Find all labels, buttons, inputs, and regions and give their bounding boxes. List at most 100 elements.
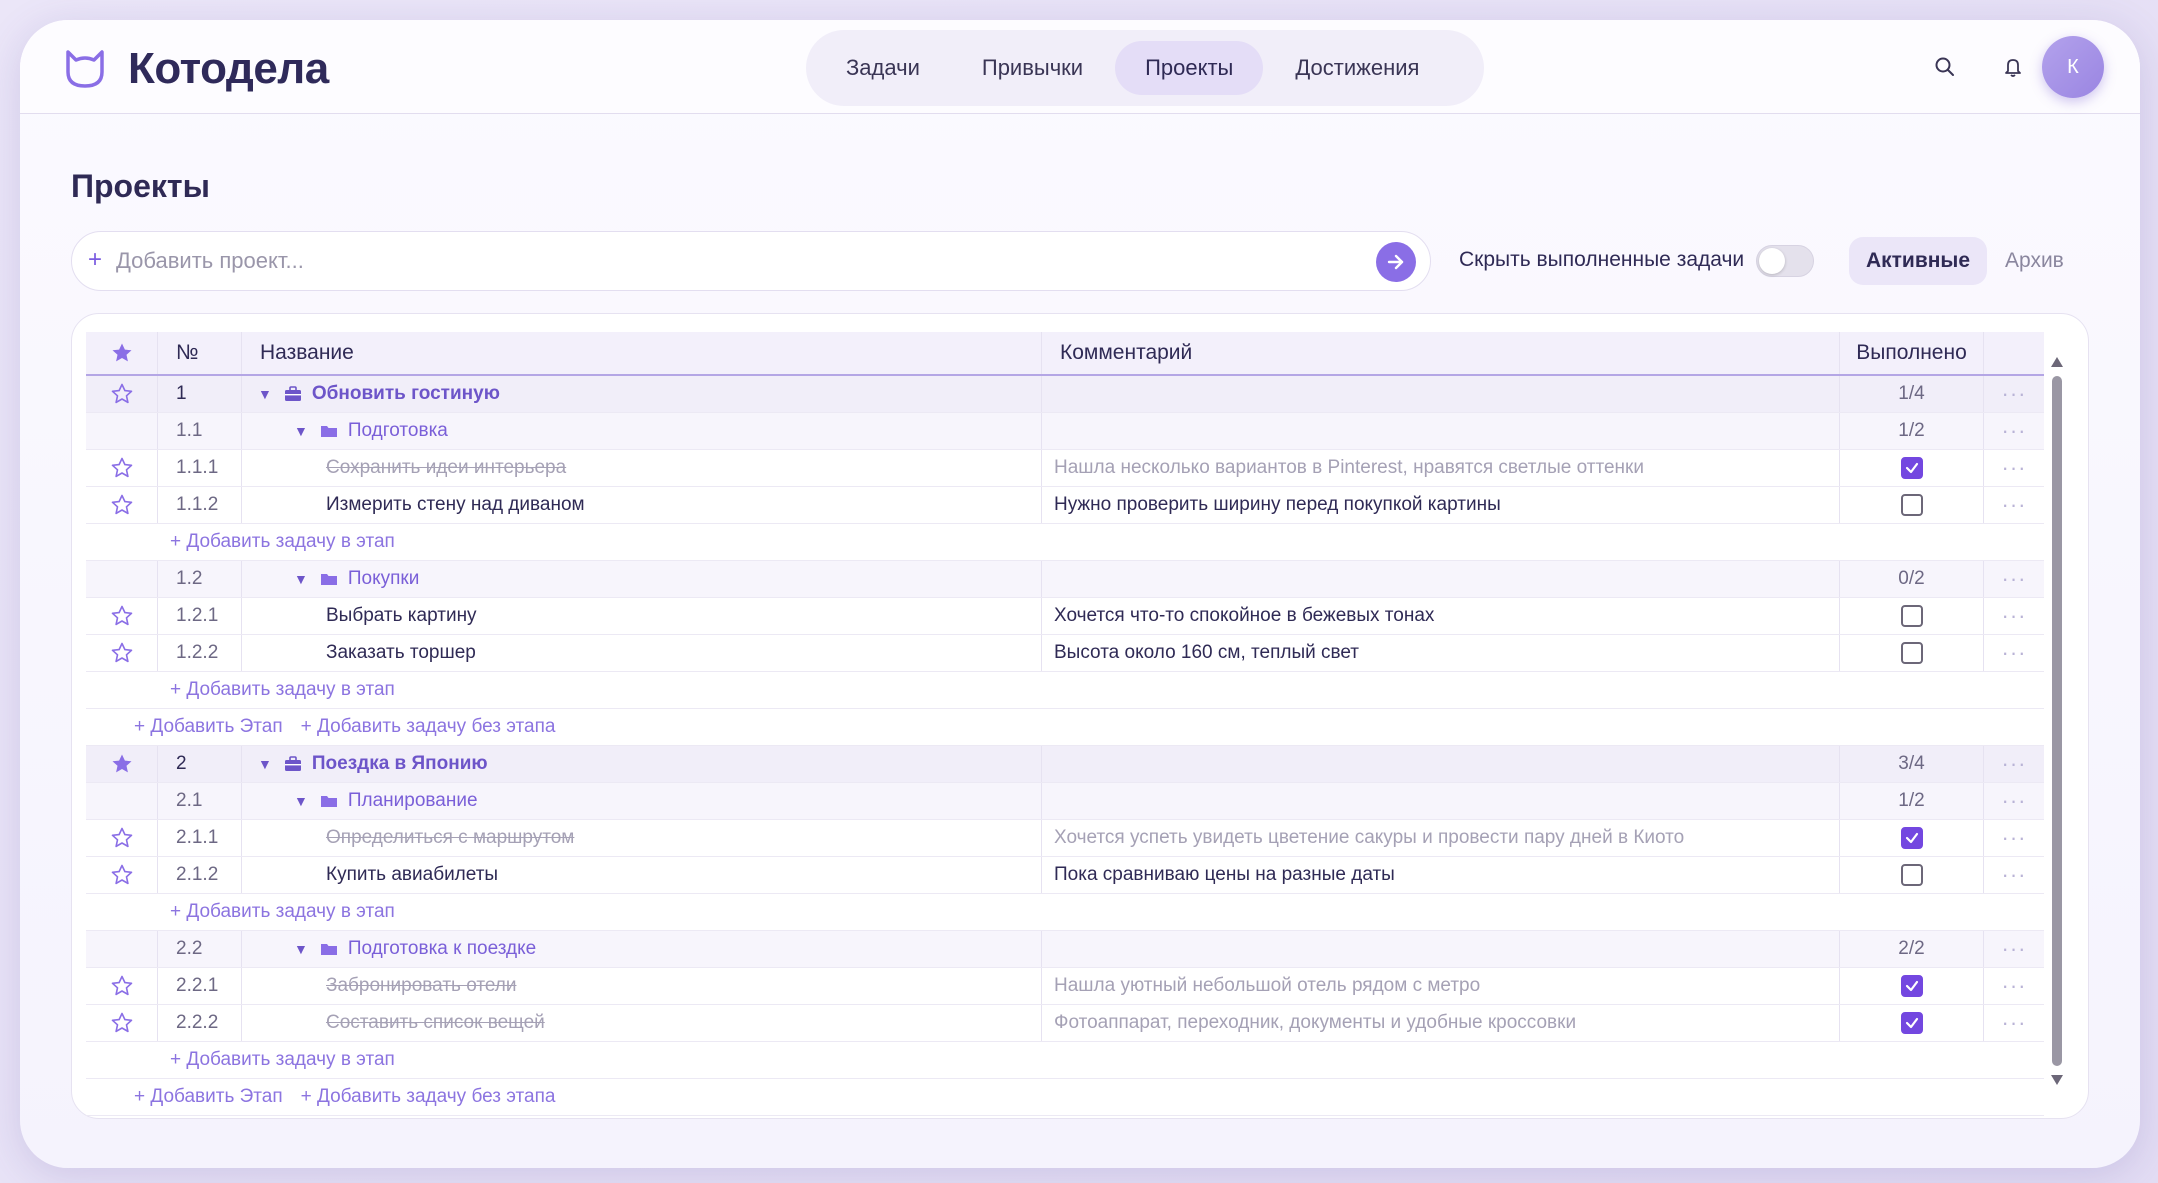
- task-done-checkbox[interactable]: [1900, 975, 1923, 997]
- collapse-caret-icon[interactable]: ▼: [258, 756, 272, 772]
- row-menu-button[interactable]: ···: [1984, 857, 2044, 893]
- project-row[interactable]: 1 ▼ Обновить гостиную 1/4 ···: [86, 376, 2044, 413]
- search-icon[interactable]: [1932, 54, 1958, 80]
- task-row[interactable]: 1.2.1 Выбрать картину Хочется что-то спо…: [86, 598, 2044, 635]
- row-menu-button[interactable]: ···: [1984, 1005, 2044, 1041]
- row-menu-button[interactable]: ···: [1984, 376, 2044, 412]
- task-comment[interactable]: Нашла несколько вариантов в Pinterest, н…: [1042, 450, 1840, 486]
- stage-row[interactable]: 1.2 ▼ Покупки 0/2 ···: [86, 561, 2044, 598]
- add-task-no-stage-link[interactable]: + Добавить задачу без этапа: [301, 1086, 556, 1108]
- header-star-cell[interactable]: [86, 332, 158, 374]
- task-name[interactable]: Измерить стену над диваном: [242, 487, 1042, 523]
- collapse-caret-icon[interactable]: ▼: [294, 571, 308, 587]
- filter-active-button[interactable]: Активные: [1849, 237, 1987, 285]
- header-name[interactable]: Название: [242, 332, 1042, 374]
- nav-tab-tasks[interactable]: Задачи: [816, 41, 950, 95]
- task-row[interactable]: 1.2.2 Заказать торшер Высота около 160 с…: [86, 635, 2044, 672]
- header-done[interactable]: Выполнено: [1840, 332, 1984, 374]
- nav-tab-projects[interactable]: Проекты: [1115, 41, 1264, 95]
- row-menu-button[interactable]: ···: [1984, 450, 2044, 486]
- row-menu-button[interactable]: ···: [1984, 746, 2044, 782]
- stage-comment[interactable]: [1042, 561, 1840, 597]
- task-name[interactable]: Определиться с маршрутом: [242, 820, 1042, 856]
- task-done-checkbox[interactable]: [1900, 864, 1923, 886]
- scroll-down-icon[interactable]: [2050, 1074, 2064, 1086]
- add-task-no-stage-link[interactable]: + Добавить задачу без этапа: [301, 716, 556, 738]
- logo[interactable]: Котодела: [62, 44, 329, 94]
- stage-row[interactable]: 2.1 ▼ Планирование 1/2 ···: [86, 783, 2044, 820]
- task-done-checkbox[interactable]: [1900, 494, 1923, 516]
- add-task-to-stage-link[interactable]: + Добавить задачу в этап: [170, 679, 395, 701]
- star-toggle[interactable]: [86, 820, 158, 856]
- row-menu-button[interactable]: ···: [1984, 968, 2044, 1004]
- task-name[interactable]: Выбрать картину: [242, 598, 1042, 634]
- header-comment[interactable]: Комментарий: [1042, 332, 1840, 374]
- task-comment[interactable]: Нужно проверить ширину перед покупкой ка…: [1042, 487, 1840, 523]
- stage-comment[interactable]: [1042, 931, 1840, 967]
- star-toggle[interactable]: [86, 635, 158, 671]
- project-comment[interactable]: [1042, 376, 1840, 412]
- header-num[interactable]: №: [158, 332, 242, 374]
- task-comment[interactable]: Нашла уютный небольшой отель рядом с мет…: [1042, 968, 1840, 1004]
- collapse-caret-icon[interactable]: ▼: [294, 941, 308, 957]
- task-done-checkbox[interactable]: [1900, 642, 1923, 664]
- add-task-to-stage-link[interactable]: + Добавить задачу в этап: [170, 1049, 395, 1071]
- bell-icon[interactable]: [2000, 54, 2026, 80]
- task-row[interactable]: 2.2.2 Составить список вещей Фотоаппарат…: [86, 1005, 2044, 1042]
- stage-name-cell[interactable]: ▼ Покупки: [242, 561, 1042, 597]
- user-avatar[interactable]: К: [2042, 36, 2104, 98]
- row-menu-button[interactable]: ···: [1984, 931, 2044, 967]
- scroll-up-icon[interactable]: [2050, 356, 2064, 368]
- task-comment[interactable]: Фотоаппарат, переходник, документы и удо…: [1042, 1005, 1840, 1041]
- nav-tab-achievements[interactable]: Достижения: [1265, 41, 1449, 95]
- add-stage-link[interactable]: + Добавить Этап: [134, 716, 283, 738]
- stage-comment[interactable]: [1042, 783, 1840, 819]
- task-row[interactable]: 2.1.2 Купить авиабилеты Пока сравниваю ц…: [86, 857, 2044, 894]
- star-toggle[interactable]: [86, 598, 158, 634]
- project-row[interactable]: 2 ▼ Поездка в Японию 3/4 ···: [86, 746, 2044, 783]
- star-toggle[interactable]: [86, 968, 158, 1004]
- task-name[interactable]: Составить список вещей: [242, 1005, 1042, 1041]
- task-row[interactable]: 1.1.2 Измерить стену над диваном Нужно п…: [86, 487, 2044, 524]
- collapse-caret-icon[interactable]: ▼: [294, 423, 308, 439]
- task-comment[interactable]: Пока сравниваю цены на разные даты: [1042, 857, 1840, 893]
- stage-row[interactable]: 1.1 ▼ Подготовка 1/2 ···: [86, 413, 2044, 450]
- add-stage-link[interactable]: + Добавить Этап: [134, 1086, 283, 1108]
- task-comment[interactable]: Хочется успеть увидеть цветение сакуры и…: [1042, 820, 1840, 856]
- task-name[interactable]: Забронировать отели: [242, 968, 1042, 1004]
- star-toggle[interactable]: [86, 746, 158, 782]
- stage-name-cell[interactable]: ▼ Подготовка к поездке: [242, 931, 1042, 967]
- row-menu-button[interactable]: ···: [1984, 561, 2044, 597]
- task-name[interactable]: Сохранить идеи интерьера: [242, 450, 1042, 486]
- row-menu-button[interactable]: ···: [1984, 487, 2044, 523]
- filter-archive-button[interactable]: Архив: [2005, 237, 2064, 285]
- stage-name-cell[interactable]: ▼ Подготовка: [242, 413, 1042, 449]
- row-menu-button[interactable]: ···: [1984, 820, 2044, 856]
- task-name[interactable]: Купить авиабилеты: [242, 857, 1042, 893]
- task-done-checkbox[interactable]: [1900, 605, 1923, 627]
- project-name-cell[interactable]: ▼ Обновить гостиную: [242, 376, 1042, 412]
- star-toggle[interactable]: [86, 376, 158, 412]
- row-menu-button[interactable]: ···: [1984, 413, 2044, 449]
- star-toggle[interactable]: [86, 487, 158, 523]
- add-task-to-stage-link[interactable]: + Добавить задачу в этап: [170, 531, 395, 553]
- project-comment[interactable]: [1042, 746, 1840, 782]
- collapse-caret-icon[interactable]: ▼: [294, 793, 308, 809]
- add-project-input[interactable]: [116, 244, 1356, 278]
- stage-row[interactable]: 2.2 ▼ Подготовка к поездке 2/2 ···: [86, 931, 2044, 968]
- row-menu-button[interactable]: ···: [1984, 783, 2044, 819]
- collapse-caret-icon[interactable]: ▼: [258, 386, 272, 402]
- task-row[interactable]: 2.2.1 Забронировать отели Нашла уютный н…: [86, 968, 2044, 1005]
- task-row[interactable]: 2.1.1 Определиться с маршрутом Хочется у…: [86, 820, 2044, 857]
- scrollbar-thumb[interactable]: [2052, 376, 2062, 1066]
- stage-name-cell[interactable]: ▼ Планирование: [242, 783, 1042, 819]
- row-menu-button[interactable]: ···: [1984, 635, 2044, 671]
- star-toggle[interactable]: [86, 450, 158, 486]
- task-row[interactable]: 1.1.1 Сохранить идеи интерьера Нашла нес…: [86, 450, 2044, 487]
- submit-project-button[interactable]: [1376, 242, 1416, 282]
- task-name[interactable]: Заказать торшер: [242, 635, 1042, 671]
- star-toggle[interactable]: [86, 857, 158, 893]
- row-menu-button[interactable]: ···: [1984, 598, 2044, 634]
- project-name-cell[interactable]: ▼ Поездка в Японию: [242, 746, 1042, 782]
- task-done-checkbox[interactable]: [1900, 457, 1923, 479]
